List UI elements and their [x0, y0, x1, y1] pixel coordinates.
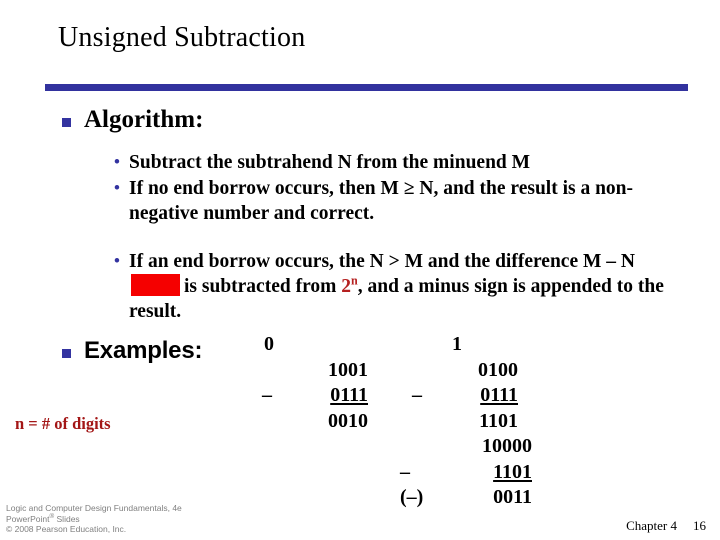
left-borrow-cell: 0 — [240, 332, 390, 358]
left-result-cell: 0010 — [240, 409, 390, 435]
right-result-value: 1101 — [479, 409, 518, 432]
table-row: 0 1 — [240, 332, 540, 358]
correction-minuend-value: 10000 — [482, 435, 532, 457]
spacer-cell — [240, 434, 390, 460]
left-minuend-value: 1001 — [328, 358, 368, 381]
dot-bullet-icon: • — [113, 178, 121, 199]
table-row: – 1101 — [240, 460, 540, 486]
power-exponent-label: n — [351, 273, 358, 288]
right-minuend-value: 0100 — [478, 358, 518, 381]
spacer-cell — [240, 485, 390, 511]
list-item: • If no end borrow occurs, then M ≥ N, a… — [112, 176, 668, 226]
final-result-value: 0011 — [493, 486, 532, 508]
left-borrow-value: 0 — [264, 333, 274, 355]
footer-slides-label: Slides — [54, 513, 80, 524]
page-number-label: 16 — [693, 518, 706, 533]
correction-minus-operator: – — [400, 460, 410, 483]
list-item-label: If an end borrow occurs, the N > M and t… — [129, 249, 668, 324]
right-subtrahend-cell: – 0111 — [390, 383, 540, 409]
page-title: Unsigned Subtraction — [58, 22, 306, 53]
algorithm-heading-label: Algorithm: — [84, 106, 204, 133]
right-result-cell: 1101 — [390, 409, 540, 435]
slide-footer-right: Chapter 4 16 — [626, 518, 706, 534]
chapter-label: Chapter 4 — [626, 518, 677, 533]
left-minus-operator: – — [262, 384, 272, 406]
right-minus-operator: – — [412, 384, 422, 406]
title-divider-bar — [45, 84, 688, 91]
square-bullet-icon — [62, 118, 71, 127]
dot-bullet-icon: • — [113, 152, 121, 173]
footer-powerpoint-label: PowerPoint — [6, 513, 50, 524]
section-heading-algorithm: Algorithm: — [62, 106, 204, 134]
negative-sign-label: (–) — [400, 486, 424, 508]
list-item: • Subtract the subtrahend N from the min… — [112, 150, 668, 175]
table-row: 0010 1101 — [240, 409, 540, 435]
correction-minuend-cell: 10000 — [390, 434, 540, 460]
redaction-block — [131, 274, 180, 296]
list-item-label: Subtract the subtrahend N from the minue… — [129, 152, 531, 173]
correction-subtrahend-value: 1101 — [493, 460, 532, 483]
section-heading-examples: Examples: — [62, 338, 202, 363]
final-result-cell: (–) 0011 — [390, 485, 540, 511]
algorithm-bullet-list: • Subtract the subtrahend N from the min… — [112, 150, 668, 325]
left-subtrahend-cell: – 0111 — [240, 383, 390, 409]
table-row: 10000 — [240, 434, 540, 460]
power-of-two-annotation: 2n — [341, 273, 358, 297]
list-item-text-part1: If an end borrow occurs, the N > M and t… — [129, 251, 635, 272]
list-item: • If an end borrow occurs, the N > M and… — [112, 249, 668, 324]
correction-subtrahend-cell: – 1101 — [390, 460, 540, 486]
copyright-footer: Logic and Computer Design Fundamentals, … — [6, 503, 182, 535]
left-subtrahend-value: 0111 — [330, 384, 368, 406]
power-base-label: 2 — [341, 276, 351, 297]
table-row: 1001 0100 — [240, 358, 540, 384]
left-result-value: 0010 — [328, 409, 368, 432]
table-row: (–) 0011 — [240, 485, 540, 511]
right-borrow-value: 1 — [452, 333, 462, 355]
worked-examples-table: 0 1 1001 0100 –0111 –0111 0010 1101 1000… — [240, 332, 540, 511]
right-borrow-cell: 1 — [390, 332, 540, 358]
list-item-text-part2: is subtracted from — [184, 276, 337, 297]
dot-bullet-icon: • — [113, 251, 121, 272]
examples-heading-label: Examples: — [84, 337, 203, 364]
spacer-cell — [240, 460, 390, 486]
left-minuend-cell: 1001 — [240, 358, 390, 384]
right-subtrahend-value: 0111 — [480, 384, 518, 406]
footer-line-2: PowerPoint® Slides — [6, 513, 182, 525]
list-item-label: If no end borrow occurs, then M ≥ N, and… — [129, 178, 634, 224]
table-row: – 0111 – 0111 — [240, 383, 540, 409]
footer-line-3: © 2008 Pearson Education, Inc. — [6, 524, 127, 534]
right-minuend-cell: 0100 — [390, 358, 540, 384]
square-bullet-icon — [62, 349, 71, 358]
digits-note-label: n = # of digits — [15, 414, 111, 433]
footer-line-1: Logic and Computer Design Fundamentals, … — [6, 503, 182, 513]
